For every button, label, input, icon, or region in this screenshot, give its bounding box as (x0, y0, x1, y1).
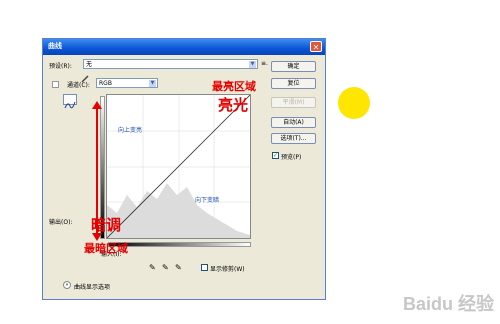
white-eyedropper-icon[interactable]: ✎ (175, 263, 182, 272)
downward-darken-note: 向下变暗 (195, 197, 220, 204)
yellow-highlight-dot (338, 87, 370, 119)
curve-graph[interactable] (106, 94, 251, 239)
chevron-down-icon: ▼ (249, 61, 256, 68)
highlights-annotation: 亮光 (218, 96, 249, 114)
curve-grid (106, 94, 251, 239)
black-eyedropper-icon[interactable]: ✎ (149, 263, 156, 272)
pencil-mode-box (52, 81, 59, 88)
list-menu-icon[interactable]: ≡. (261, 60, 268, 67)
preset-select[interactable]: 无 ▼ (83, 59, 258, 69)
close-button[interactable]: ✕ (310, 41, 322, 52)
curve-icon (64, 101, 76, 109)
ok-button[interactable]: 确定 (271, 61, 316, 72)
brightest-area-annotation: 最亮区域 (212, 80, 256, 93)
channel-select[interactable]: RGB ▼ (96, 78, 158, 88)
darkest-area-annotation: 最暗区域 (84, 242, 128, 255)
preset-label: 预设(R): (49, 63, 72, 70)
show-clipping-label: 显示修剪(W) (210, 266, 245, 273)
options-button[interactable]: 选项(T)... (271, 133, 316, 144)
dialog-title: 曲线 (48, 42, 62, 50)
show-clipping-checkbox[interactable] (201, 264, 208, 271)
histogram (107, 183, 250, 238)
shadows-annotation: 暗调 (91, 216, 122, 234)
chevron-down-icon: ▼ (149, 80, 156, 87)
expand-options-icon[interactable]: » (63, 281, 71, 289)
curve-point-tool[interactable] (63, 94, 77, 109)
channel-value: RGB (99, 80, 112, 87)
curve-display-options-label: 曲线显示选项 (74, 284, 111, 291)
upward-brighten-note: 向上变亮 (118, 127, 143, 134)
pencil-icon (81, 75, 89, 83)
reset-button[interactable]: 复位 (271, 78, 316, 89)
smooth-button[interactable]: 平滑(M) (271, 97, 316, 108)
pencil-tool[interactable] (80, 69, 90, 83)
preview-label: 预览(P) (281, 154, 302, 161)
curves-dialog: 曲线 ✕ 预设(R): 无 ▼ ≡. 通道(C): RGB ▼ 输出(O): 输… (42, 38, 326, 300)
auto-button[interactable]: 自动(A) (271, 117, 316, 128)
preview-checkbox[interactable]: ✓ (272, 152, 279, 159)
output-label: 输出(O): (49, 219, 73, 226)
input-gradient-ramp (108, 242, 251, 247)
baidu-watermark: Baidu 经验 (402, 294, 494, 314)
title-bar: 曲线 ✕ (43, 39, 325, 55)
preset-value: 无 (86, 61, 93, 68)
gray-eyedropper-icon[interactable]: ✎ (162, 263, 169, 272)
